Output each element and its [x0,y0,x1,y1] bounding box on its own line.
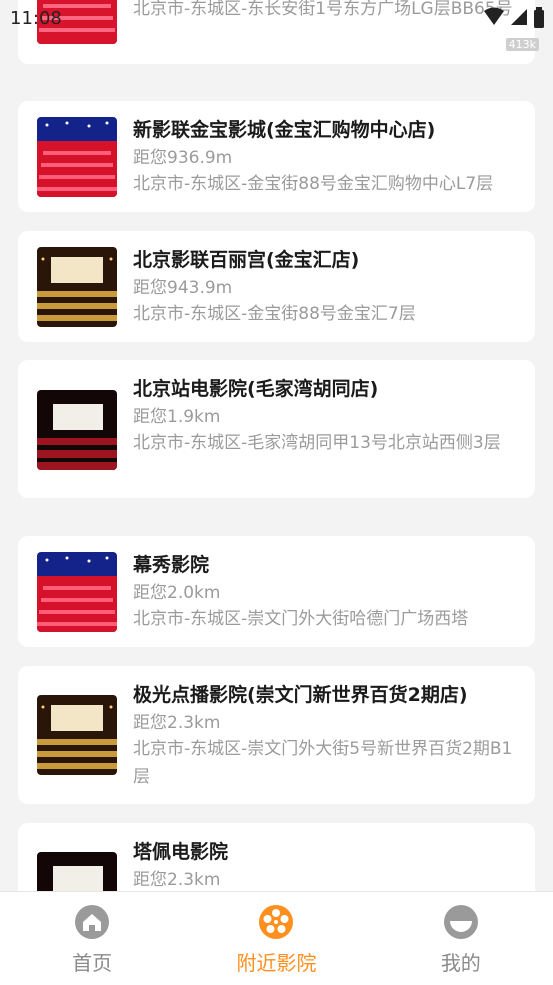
cinema-card[interactable]: 北京影联百丽宫(金宝汇店) 距您943.9m 北京市-东城区-金宝街88号金宝汇… [18,231,535,342]
cinema-address: 北京市-东城区-毛家湾胡同甲13号北京站西侧3层 [133,433,501,453]
tab-label: 附近影院 [236,951,317,975]
cinema-name: 新影联金宝影城(金宝汇购物中心店) [133,119,436,141]
profile-icon [443,905,478,939]
tab-home[interactable]: 首页 [0,892,184,985]
wifi-icon [484,7,504,25]
tab-label: 我的 [440,951,481,975]
cinema-card[interactable]: 北京站电影院(毛家湾胡同店) 距您1.9km 北京市-东城区-毛家湾胡同甲13号… [18,360,535,498]
cinema-name: 北京影联百丽宫(金宝汇店) [133,249,360,271]
cinema-distance: 距您2.0km [133,583,221,603]
cinema-distance: 距您936.9m [133,148,233,168]
cinema-name: 北京站电影院(毛家湾胡同店) [133,378,379,400]
tab-profile[interactable]: 我的 [369,892,553,985]
status-time: 11:08 [10,8,62,29]
cinema-name: 塔佩电影院 [133,841,229,863]
cinema-address: 北京市-东城区-崇文门外大街哈德门广场西塔 [133,609,469,629]
cinema-thumbnail [37,247,117,327]
film-reel-icon [259,905,294,939]
cinema-card[interactable]: 极光点播影院(崇文门新世界百货2期店) 距您2.3km 北京市-东城区-崇文门外… [18,666,535,804]
net-speed: 413k [505,38,539,51]
cinema-thumbnail [37,852,117,891]
battery-icon [534,7,544,28]
cinema-thumbnail [37,695,117,775]
status-icons [483,7,545,29]
bottom-tab-bar: 首页 附近影院 我的 [0,891,553,985]
cinema-address: 北京市-东城区-金宝街88号金宝汇购物中心L7层 [133,174,494,194]
tab-nearby-cinemas[interactable]: 附近影院 [184,892,368,985]
cinema-distance: 距您1.9km [133,407,221,427]
cinema-card[interactable]: 塔佩电影院 距您2.3km [18,823,535,891]
cinema-address: 北京市-东城区-崇文门外大街5号新世界百货2期B1层 [133,739,513,787]
home-icon [75,905,110,939]
cinema-name: 极光点播影院(崇文门新世界百货2期店) [133,684,468,706]
cinema-distance: 距您2.3km [133,870,221,890]
signal-icon [511,9,527,25]
cinema-distance: 距您2.3km [133,713,221,733]
cinema-address: 北京市-东城区-金宝街88号金宝汇7层 [133,304,416,324]
status-bar: 11:08 413k [0,0,553,51]
cinema-thumbnail [37,552,117,632]
cinema-list[interactable]: 北京市-东城区-东长安街1号东方广场LG层BB65号 新影联金宝影城(金宝汇购物… [0,0,553,891]
cinema-card[interactable]: 新影联金宝影城(金宝汇购物中心店) 距您936.9m 北京市-东城区-金宝街88… [18,101,535,212]
cinema-thumbnail [37,117,117,197]
tab-label: 首页 [72,951,113,975]
cinema-card[interactable]: 幕秀影院 距您2.0km 北京市-东城区-崇文门外大街哈德门广场西塔 [18,536,535,647]
cinema-distance: 距您943.9m [133,278,233,298]
cinema-thumbnail [37,390,117,470]
cinema-name: 幕秀影院 [133,554,210,576]
